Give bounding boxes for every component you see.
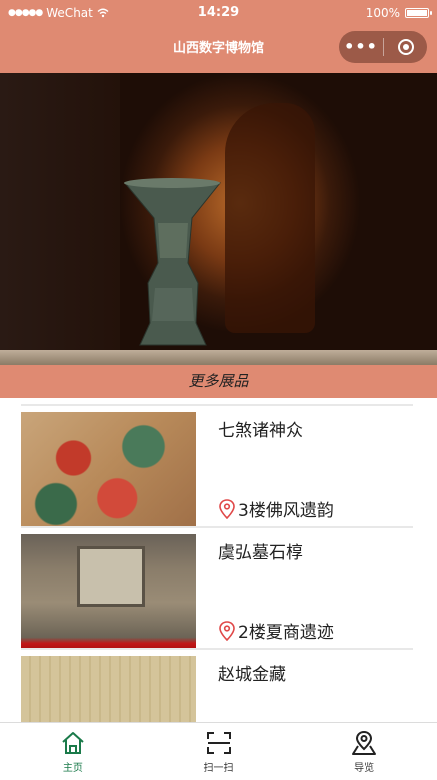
exhibit-thumbnail <box>21 534 196 649</box>
top-bar: ●●●●● WeChat 14:29 100% 山西数字博物馆 ••• <box>0 0 437 73</box>
location-pin-icon <box>219 498 235 519</box>
tab-guide-label: 导览 <box>354 763 375 774</box>
bottom-tab-bar: 主页 扫一扫 导览 <box>0 722 437 780</box>
exhibit-location: 2楼夏商遗迹 <box>218 618 334 643</box>
exhibit-location-text: 3楼佛风遗韵 <box>238 501 334 521</box>
exhibit-thumbnail <box>21 412 196 527</box>
scan-icon <box>206 732 231 754</box>
exhibit-location: 3楼佛风遗韵 <box>218 496 334 521</box>
more-menu-button[interactable]: ••• <box>339 31 383 63</box>
close-button[interactable] <box>384 39 427 55</box>
bronze-gu-vessel-image <box>123 178 222 346</box>
hero-banner[interactable] <box>0 73 437 365</box>
mini-program-capsule: ••• <box>339 31 427 63</box>
battery-icon <box>405 8 432 18</box>
location-pin-icon <box>219 620 235 641</box>
map-pin-icon <box>352 731 377 755</box>
tab-home-label: 主页 <box>62 763 83 774</box>
status-right: 100% <box>365 6 432 20</box>
exhibit-card[interactable]: 七煞诸神众 3楼佛风遗韵 <box>21 404 413 527</box>
exhibit-location-text: 2楼夏商遗迹 <box>238 623 334 643</box>
exhibit-card[interactable]: 虞弘墓石椁 2楼夏商遗迹 <box>21 526 413 649</box>
tab-guide[interactable]: 导览 <box>291 723 437 780</box>
exhibit-list: 七煞诸神众 3楼佛风遗韵 虞弘墓石椁 2楼夏商遗迹 赵城金藏 <box>0 398 437 722</box>
battery-percent: 100% <box>365 6 400 20</box>
exhibit-title: 赵城金藏 <box>218 665 286 685</box>
exhibit-card[interactable]: 赵城金藏 <box>21 648 413 722</box>
status-bar: ●●●●● WeChat 14:29 100% <box>0 0 437 26</box>
home-icon <box>62 732 84 754</box>
exhibit-thumbnail <box>21 656 196 722</box>
tab-scan-label: 扫一扫 <box>203 763 234 774</box>
tab-scan[interactable]: 扫一扫 <box>146 723 292 780</box>
more-exhibits-header[interactable]: 更多展品 <box>0 365 437 398</box>
tab-home[interactable]: 主页 <box>0 723 146 780</box>
exhibit-title: 七煞诸神众 <box>218 421 303 441</box>
exhibit-title: 虞弘墓石椁 <box>218 543 303 563</box>
close-icon <box>397 39 414 55</box>
